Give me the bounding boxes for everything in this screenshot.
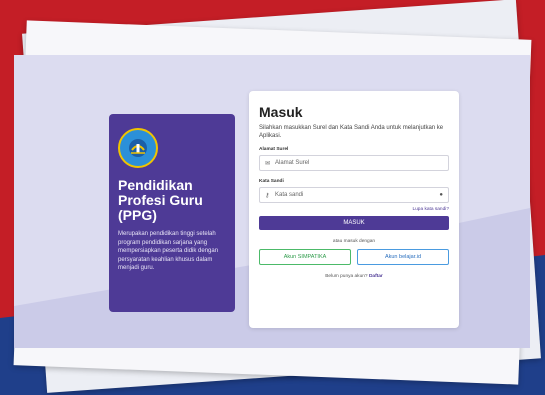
register-link[interactable]: Daftar — [369, 274, 383, 279]
alt-login-buttons: Akun SIMPATIKA Akun belajar.id — [259, 249, 449, 265]
simpatika-login-button[interactable]: Akun SIMPATIKA — [259, 249, 351, 265]
key-icon: ⚷ — [265, 192, 270, 199]
register-prompt: Belum punya akun? Daftar — [259, 274, 449, 279]
brand-description: Merupakan pendidikan tinggi setelah prog… — [118, 231, 219, 271]
email-field[interactable]: ✉ Alamat Surel — [259, 155, 449, 171]
email-placeholder: Alamat Surel — [275, 160, 310, 166]
brand-panel: Pendidikan Profesi Guru (PPG) Merupakan … — [109, 114, 235, 312]
password-field[interactable]: ⚷ Kata sandi ● — [259, 187, 449, 203]
logo-emblem — [129, 139, 147, 157]
form-subtitle: Silahkan masukkan Surel dan Kata Sandi A… — [259, 125, 444, 139]
brand-title: Pendidikan Profesi Guru (PPG) — [118, 177, 203, 223]
mail-icon: ✉ — [265, 160, 271, 167]
forgot-password-link[interactable]: Lupa kata sandi? — [259, 207, 449, 212]
email-label: Alamat Surel — [259, 147, 289, 152]
eye-icon[interactable]: ● — [439, 192, 443, 198]
password-placeholder: Kata sandi — [275, 192, 304, 198]
tut-wuri-handayani-logo — [118, 128, 158, 168]
password-label: Kata Sandi — [259, 179, 284, 184]
alt-login-text: atau masuk dengan — [332, 239, 376, 244]
login-form: Masuk Silahkan masukkan Surel dan Kata S… — [249, 91, 459, 328]
login-button[interactable]: MASUK — [259, 216, 449, 230]
belajar-id-login-button[interactable]: Akun belajar.id — [357, 249, 449, 265]
register-text: Belum punya akun? — [325, 274, 368, 279]
form-title: Masuk — [259, 104, 303, 120]
